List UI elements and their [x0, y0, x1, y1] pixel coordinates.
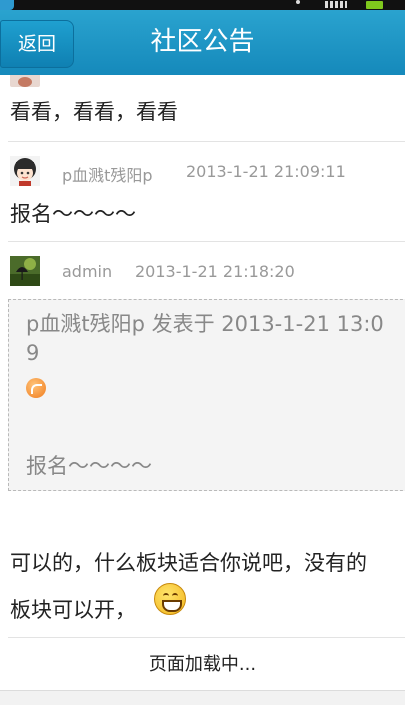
avatar[interactable]: [10, 75, 40, 87]
post-time: 2013-1-21 21:18:20: [135, 262, 295, 281]
wifi-icon: [296, 0, 300, 4]
quote-header-continued: 9: [26, 341, 40, 365]
quote-body: 报名～～～～: [26, 454, 152, 478]
status-bar: [0, 0, 405, 10]
post-body-continued: 板块可以开，: [10, 598, 136, 622]
thread-content[interactable]: 看看，看看，看看 p血溅t残阳p 2013-1-21 21:09:11 报名～～…: [0, 75, 405, 690]
signal-icon: [325, 1, 347, 8]
avatar[interactable]: [10, 156, 40, 186]
post-author[interactable]: admin: [62, 262, 112, 281]
app-notification-icon: [0, 0, 14, 10]
divider: [8, 141, 405, 142]
post-meta: admin 2013-1-21 21:18:20: [10, 256, 405, 286]
post-time: 2013-1-21 21:09:11: [186, 162, 346, 181]
avatar[interactable]: [10, 256, 40, 286]
post-body: 看看，看看，看看: [10, 100, 178, 124]
quote-header: p血溅t残阳p 发表于 2013-1-21 13:0: [26, 312, 384, 336]
divider: [8, 241, 405, 242]
header-bar: 社区公告 返回: [0, 10, 405, 75]
bottom-bar: [0, 690, 405, 705]
divider: [8, 637, 405, 638]
post-meta: p血溅t残阳p 2013-1-21 21:09:11: [10, 156, 405, 186]
post-body: 可以的，什么板块适合你说吧，没有的: [10, 551, 367, 575]
back-button[interactable]: 返回: [0, 20, 74, 68]
post-author[interactable]: p血溅t残阳p: [62, 162, 153, 186]
loading-indicator: 页面加载中...: [148, 654, 257, 675]
quote-block: p血溅t残阳p 发表于 2013-1-21 13:0 9 报名～～～～: [8, 299, 405, 491]
grin-emoji-icon: [154, 583, 186, 615]
battery-icon: [366, 1, 383, 9]
quote-reply-icon[interactable]: [26, 378, 46, 398]
post-body: 报名～～～～: [10, 202, 136, 226]
